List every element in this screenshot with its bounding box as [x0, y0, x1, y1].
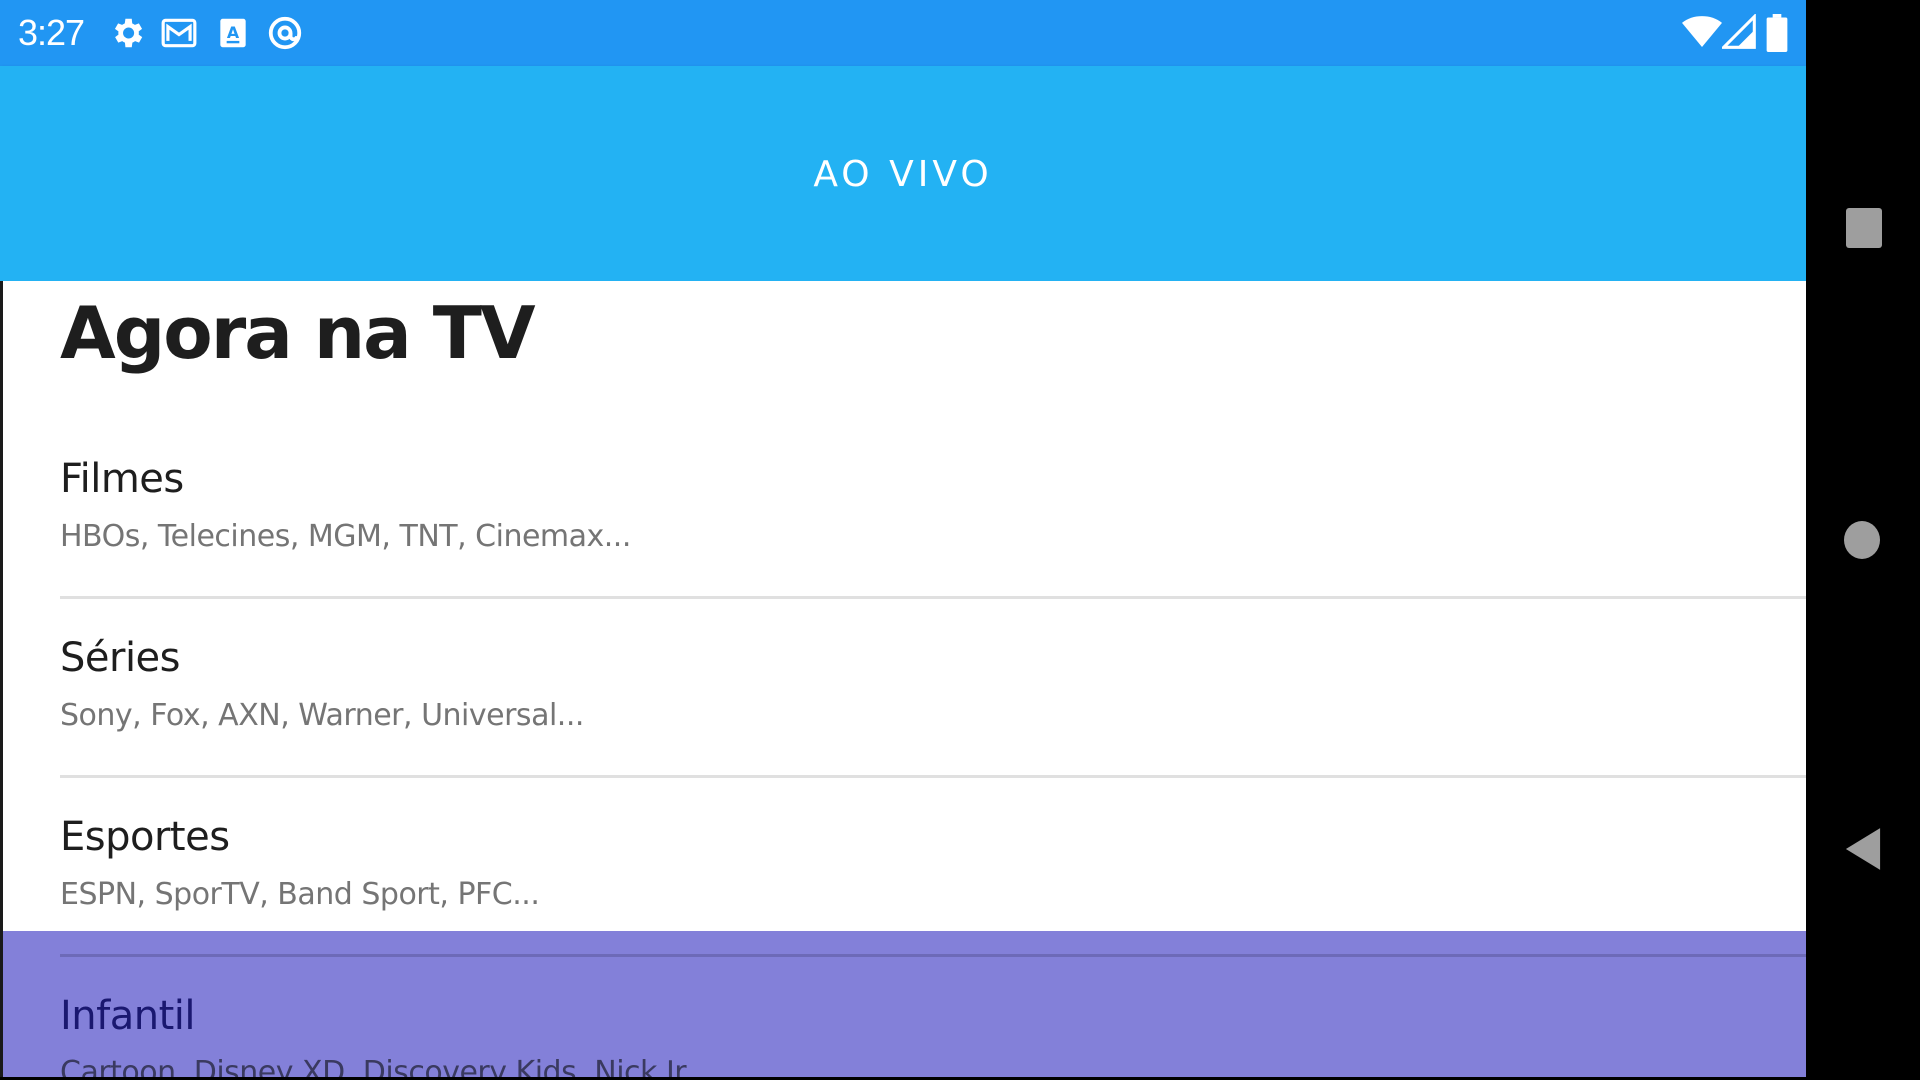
recents-square-icon[interactable] [1846, 208, 1882, 248]
list-item-title: Infantil [60, 993, 196, 1039]
page-title: Agora na TV [60, 291, 536, 375]
list-item-title: Filmes [60, 456, 184, 502]
at-sign-icon [268, 16, 302, 50]
list-item-title: Séries [60, 635, 181, 681]
list-item-title: Esportes [60, 814, 230, 860]
status-time: 3:27 [18, 12, 85, 53]
status-bar: 3:27 A [0, 0, 1806, 66]
battery-icon [1766, 14, 1788, 52]
svg-text:A: A [227, 23, 240, 42]
gmail-icon [161, 18, 197, 48]
gear-icon [114, 18, 143, 48]
app-bar: AO VIVO [0, 66, 1806, 281]
divider [60, 596, 1807, 599]
signal-icon [1722, 14, 1756, 49]
list-item-filmes[interactable]: Filmes HBOs, Telecines, MGM, TNT, Cinema… [3, 456, 1807, 634]
list-item-subtitle: HBOs, Telecines, MGM, TNT, Cinemax... [60, 519, 631, 554]
list-item-subtitle: Sony, Fox, AXN, Warner, Universal... [60, 698, 584, 733]
divider [60, 954, 1807, 957]
home-circle-icon[interactable] [1844, 521, 1880, 559]
list-item-subtitle: ESPN, SporTV, Band Sport, PFC... [60, 877, 540, 912]
navigation-bar [1806, 0, 1920, 1080]
list-item-subtitle: Cartoon, Disney XD, Discovery Kids, Nick… [60, 1055, 711, 1077]
font-app-icon: A [220, 18, 246, 48]
wifi-icon [1682, 16, 1722, 47]
list-item-series[interactable]: Séries Sony, Fox, AXN, Warner, Universal… [3, 635, 1807, 813]
app-bar-title: AO VIVO [813, 154, 993, 195]
channel-category-list[interactable]: Agora na TV Filmes HBOs, Telecines, MGM,… [0, 281, 1807, 1077]
back-triangle-icon[interactable] [1844, 826, 1882, 872]
divider [60, 775, 1807, 778]
list-item-infantil[interactable]: Infantil Cartoon, Disney XD, Discovery K… [3, 931, 1807, 1077]
